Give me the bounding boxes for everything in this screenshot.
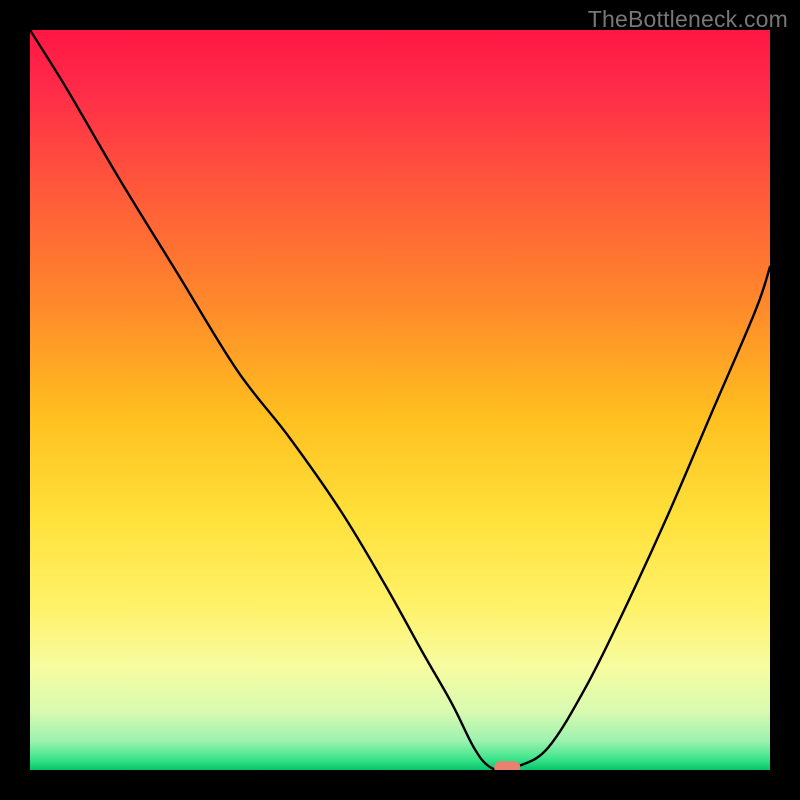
watermark-text: TheBottleneck.com [588, 6, 788, 33]
chart-frame: TheBottleneck.com [0, 0, 800, 800]
optimal-marker [494, 761, 520, 770]
gradient-background [30, 30, 770, 770]
plot-area [30, 30, 770, 770]
bottleneck-chart [30, 30, 770, 770]
